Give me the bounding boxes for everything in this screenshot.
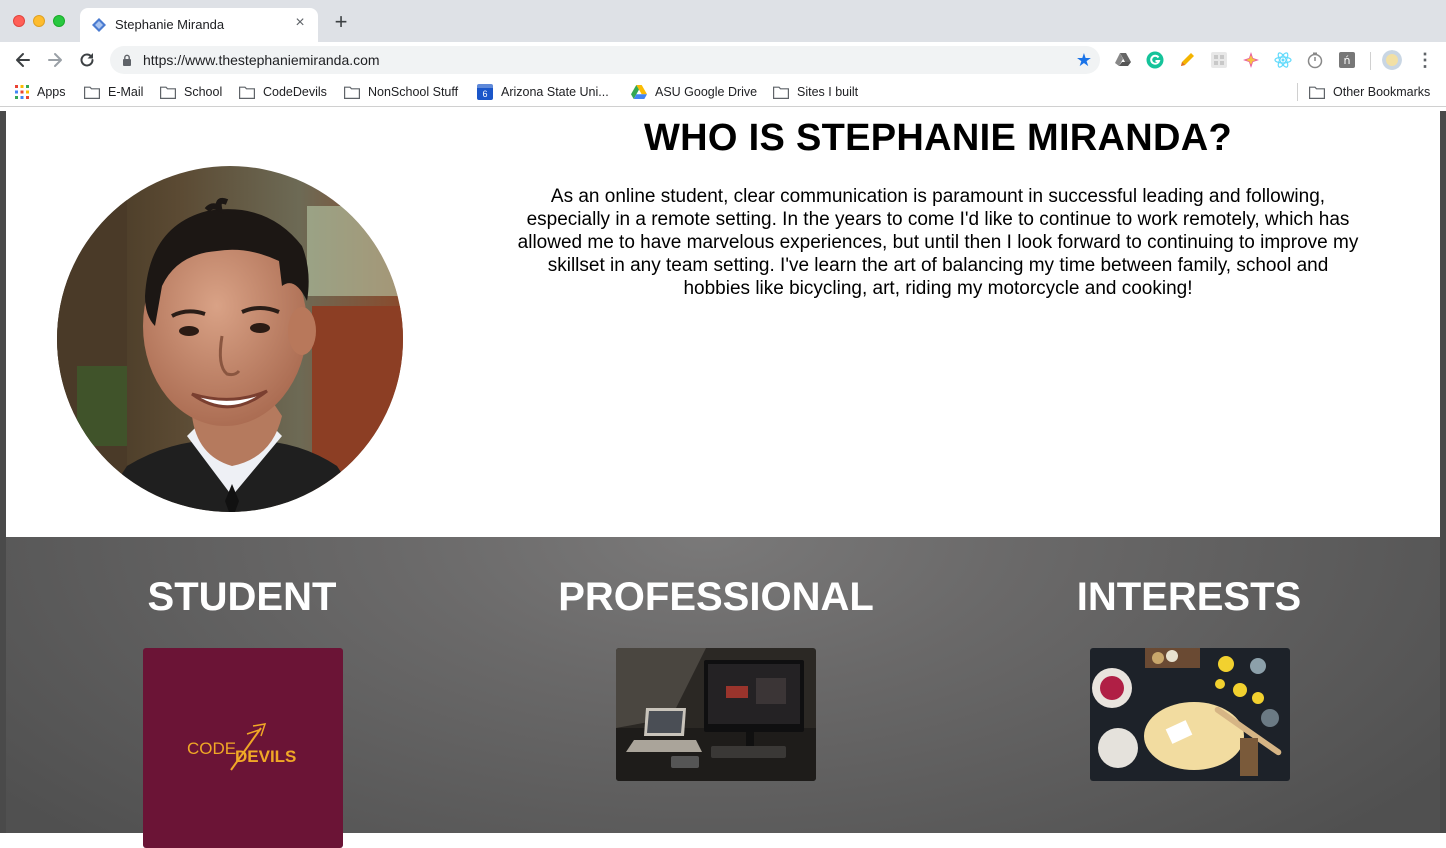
bookmark-star-icon[interactable]: ★: [1076, 50, 1092, 70]
desk-laptop-photo: [616, 648, 816, 781]
bookmark-arizona-state[interactable]: 6 Arizona State Uni...: [477, 84, 609, 100]
bookmark-label: CodeDevils: [263, 85, 327, 99]
timer-extension-icon[interactable]: [1306, 51, 1324, 69]
logo-word-code: CODE: [187, 739, 236, 758]
minimize-window-button[interactable]: [33, 15, 45, 27]
calendar-day-text: 6: [482, 89, 488, 99]
close-tab-icon[interactable]: ×: [291, 14, 309, 32]
zoom-window-button[interactable]: [53, 15, 65, 27]
tab-title: Stephanie Miranda: [115, 17, 225, 32]
google-drive-extension-icon[interactable]: [1114, 51, 1132, 69]
cooking-photo: [1090, 648, 1290, 781]
bookmark-codedevils-folder[interactable]: CodeDevils: [239, 84, 327, 100]
reload-icon[interactable]: [77, 50, 97, 70]
profile-avatar-icon[interactable]: [1382, 50, 1402, 70]
browser-tab-strip: Stephanie Miranda × +: [0, 0, 1446, 42]
profile-photo-image: [57, 166, 403, 512]
close-window-button[interactable]: [13, 15, 25, 27]
about-section: WHO IS STEPHANIE MIRANDA? As an online s…: [6, 111, 1440, 537]
bookmark-label: Apps: [37, 85, 66, 99]
google-drive-icon: [631, 85, 647, 99]
pencil-extension-icon[interactable]: [1178, 51, 1196, 69]
calendar-icon: 6: [477, 84, 493, 100]
folder-icon: [239, 86, 255, 99]
bookmarks-bar: Apps E-Mail School CodeDevils NonSchool …: [0, 78, 1446, 107]
sections-area: STUDENT PROFESSIONAL INTERESTS CODE DEVI…: [6, 537, 1440, 848]
address-bar[interactable]: https://www.thestephaniemiranda.com ★: [110, 46, 1100, 74]
folder-icon: [160, 86, 176, 99]
url-text[interactable]: https://www.thestephaniemiranda.com: [143, 52, 380, 68]
toolbar-divider: [1370, 52, 1371, 70]
bookmark-asu-drive[interactable]: ASU Google Drive: [631, 84, 757, 100]
bookmark-school-folder[interactable]: School: [160, 84, 222, 100]
bookmark-nonschool-folder[interactable]: NonSchool Stuff: [344, 84, 458, 100]
lock-icon: [123, 54, 131, 66]
react-devtools-icon[interactable]: [1274, 51, 1292, 69]
folder-icon: [344, 86, 360, 99]
bookmark-sites-folder[interactable]: Sites I built: [773, 84, 858, 100]
browser-tab[interactable]: Stephanie Miranda ×: [80, 8, 318, 42]
forward-arrow-icon[interactable]: [45, 50, 65, 70]
bookmark-other-folder[interactable]: Other Bookmarks: [1309, 84, 1430, 100]
browser-menu-icon[interactable]: ⋮: [1416, 49, 1434, 71]
interests-heading: INTERESTS: [1076, 575, 1302, 619]
bookmark-label: NonSchool Stuff: [368, 85, 459, 99]
student-card[interactable]: CODE DEVILS: [143, 648, 343, 848]
bookmark-label: ASU Google Drive: [655, 85, 758, 99]
bookmark-label: E-Mail: [108, 85, 144, 99]
bookmark-apps[interactable]: Apps: [15, 84, 66, 100]
grammarly-extension-icon[interactable]: [1146, 51, 1164, 69]
apps-grid-icon: [15, 85, 29, 99]
professional-heading: PROFESSIONAL: [558, 575, 874, 619]
web-page: WHO IS STEPHANIE MIRANDA? As an online s…: [0, 111, 1446, 848]
bookmark-label: School: [184, 85, 223, 99]
svg-text:ń: ń: [1344, 54, 1351, 67]
about-heading: WHO IS STEPHANIE MIRANDA?: [643, 117, 1233, 159]
folder-icon: [1309, 86, 1325, 99]
sparkle-extension-icon[interactable]: [1242, 51, 1260, 69]
new-tab-button[interactable]: +: [331, 11, 351, 33]
about-paragraph: As an online student, clear communicatio…: [517, 186, 1359, 299]
interests-card[interactable]: [1090, 648, 1290, 781]
grid-extension-icon[interactable]: [1210, 51, 1228, 69]
profile-photo: [57, 166, 403, 512]
bookmark-label: Sites I built: [797, 85, 859, 99]
site-favicon-icon: [92, 18, 106, 32]
folder-icon: [84, 86, 100, 99]
letter-extension-icon[interactable]: ń: [1338, 51, 1356, 69]
codedevils-logo: CODE DEVILS: [187, 723, 296, 771]
browser-toolbar: https://www.thestephaniemiranda.com ★ ń …: [0, 42, 1446, 78]
folder-icon: [773, 86, 789, 99]
student-heading: STUDENT: [147, 575, 337, 619]
bookmark-label: Arizona State Uni...: [501, 85, 609, 99]
back-arrow-icon[interactable]: [13, 50, 33, 70]
bookmark-email-folder[interactable]: E-Mail: [84, 84, 143, 100]
professional-card[interactable]: [616, 648, 816, 781]
bookmark-label: Other Bookmarks: [1333, 85, 1431, 99]
bookmarks-divider: [1297, 83, 1298, 101]
